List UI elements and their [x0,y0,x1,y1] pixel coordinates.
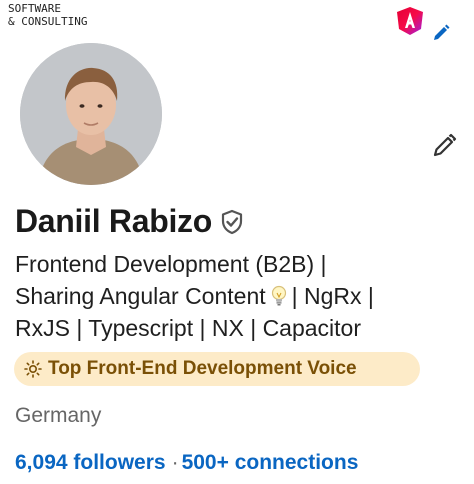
sun-icon [24,360,42,378]
company-line-2: & CONSULTING [8,15,88,28]
profile-location: Germany [15,404,102,427]
profile-headline: Frontend Development (B2B) | Sharing Ang… [15,248,465,344]
headline-line-3: RxJS | Typescript | NX | Capacitor [15,315,361,341]
stats-separator: · [171,451,179,474]
profile-name: Daniil Rabizo [15,203,213,239]
name-row: Daniil Rabizo [15,203,244,240]
company-line-1: SOFTWARE [8,2,61,15]
edit-profile-pencil-icon[interactable] [430,132,458,160]
edit-banner-pencil-icon[interactable] [430,22,452,44]
followers-link[interactable]: 6,094 followers [15,451,166,475]
headline-line-2: Sharing Angular Content | NgRx | [15,280,465,312]
lightbulb-icon [271,285,286,306]
top-voice-badge[interactable]: Top Front-End Development Voice [14,352,420,386]
angular-brand-logo-icon [397,7,423,35]
connections-link[interactable]: 500+ connections [182,451,359,475]
headline-line-2-text-a: Sharing Angular Content [15,283,266,309]
avatar-photo [20,43,162,185]
network-stats: 6,094 followers · 500+ connections [15,451,358,475]
headline-line-2-text-b: | NgRx | [291,283,374,309]
profile-avatar[interactable] [20,43,162,185]
verified-shield-icon[interactable] [220,209,244,235]
top-voice-label: Top Front-End Development Voice [48,358,357,379]
company-logo-text: SOFTWARE & CONSULTING [8,2,87,28]
headline-line-1: Frontend Development (B2B) | [15,251,327,277]
